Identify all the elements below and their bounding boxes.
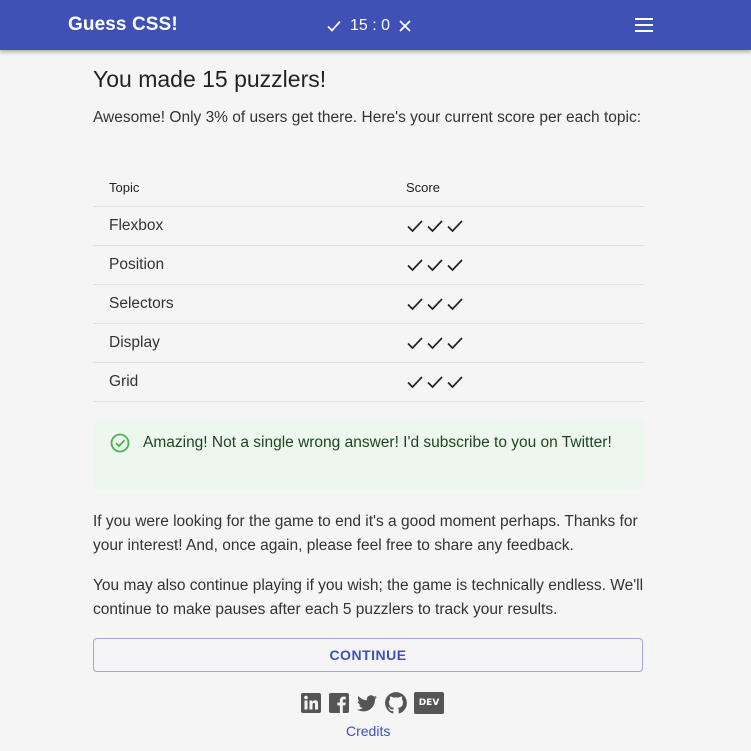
twitter-icon[interactable] bbox=[356, 692, 378, 714]
score-cell bbox=[406, 362, 644, 402]
check-icon bbox=[447, 298, 463, 311]
check-icon bbox=[447, 259, 463, 272]
topic-cell: Position bbox=[93, 245, 406, 285]
page-title: You made 15 puzzlers! bbox=[93, 66, 327, 92]
check-icon bbox=[407, 337, 423, 350]
check-circle-icon bbox=[110, 433, 130, 453]
check-icon bbox=[427, 337, 443, 350]
app-bar: Guess CSS! 15 : 0 bbox=[0, 0, 751, 50]
social-links: DEV bbox=[300, 690, 444, 716]
topic-cell: Grid bbox=[93, 362, 406, 402]
check-icon bbox=[447, 337, 463, 350]
app-title: Guess CSS! bbox=[68, 14, 178, 35]
linkedin-icon[interactable] bbox=[300, 692, 322, 714]
score-cell bbox=[406, 206, 644, 246]
check-icon bbox=[427, 259, 443, 272]
topic-cell: Display bbox=[93, 323, 406, 363]
alert-text: Amazing! Not a single wrong answer! I'd … bbox=[143, 434, 612, 451]
check-icon bbox=[407, 298, 423, 311]
check-icon bbox=[407, 259, 423, 272]
check-icon bbox=[447, 220, 463, 233]
close-icon bbox=[399, 20, 411, 32]
column-header-topic: Topic bbox=[93, 168, 406, 207]
table-row: Position bbox=[93, 245, 644, 285]
score-cell bbox=[406, 245, 644, 285]
table-row: Selectors bbox=[93, 284, 644, 324]
check-icon bbox=[407, 220, 423, 233]
end-message: If you were looking for the game to end … bbox=[93, 513, 638, 554]
score-cell bbox=[406, 323, 644, 363]
score-cell bbox=[406, 284, 644, 324]
success-alert: Amazing! Not a single wrong answer! I'd … bbox=[93, 420, 644, 490]
topic-cell: Selectors bbox=[93, 284, 406, 324]
table-row: Flexbox bbox=[93, 206, 644, 246]
check-icon bbox=[447, 376, 463, 389]
github-icon[interactable] bbox=[384, 691, 408, 715]
check-icon bbox=[327, 20, 341, 32]
table-row: Display bbox=[93, 323, 644, 363]
table-header-row: Topic Score bbox=[93, 168, 644, 207]
intro-text: Awesome! Only 3% of users get there. Her… bbox=[93, 109, 642, 126]
score-table: Topic Score Flexbox Position Selectors Disp… bbox=[93, 168, 644, 402]
table-row: Grid bbox=[93, 362, 644, 402]
facebook-icon[interactable] bbox=[328, 692, 350, 714]
check-icon bbox=[407, 376, 423, 389]
menu-icon[interactable] bbox=[634, 17, 656, 33]
check-icon bbox=[427, 220, 443, 233]
credits-link[interactable]: Credits bbox=[346, 723, 390, 739]
topic-cell: Flexbox bbox=[93, 206, 406, 246]
score-text: 15 : 0 bbox=[350, 17, 391, 34]
column-header-score: Score bbox=[406, 168, 644, 207]
check-icon bbox=[427, 376, 443, 389]
continue-button[interactable]: CONTINUE bbox=[93, 638, 643, 672]
check-icon bbox=[427, 298, 443, 311]
continue-message: You may also continue playing if you wis… bbox=[93, 577, 644, 618]
score-counter: 15 : 0 bbox=[326, 15, 412, 37]
dev-icon[interactable]: DEV bbox=[414, 692, 444, 714]
